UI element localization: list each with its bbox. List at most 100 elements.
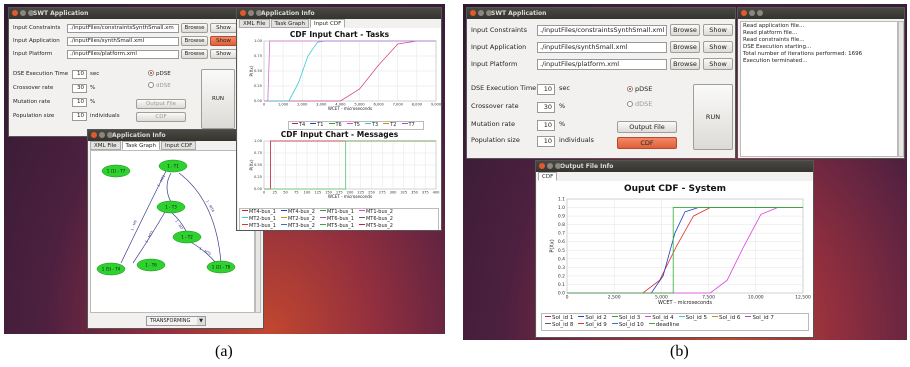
dse-time-input[interactable]: 10: [537, 84, 555, 95]
param-unit-population: individuals: [559, 136, 594, 144]
legend-label: MT6-bus_1: [326, 216, 354, 222]
mutation-input[interactable]: 10: [72, 98, 87, 107]
legend-item: Sol_id 2: [578, 315, 607, 322]
legend-label: Sol_id 2: [585, 315, 607, 321]
tab-input-cdf[interactable]: Input CDF: [161, 141, 197, 150]
maximize-icon[interactable]: [486, 10, 492, 16]
x-tick-label: 375: [422, 191, 429, 195]
log-scrollbar[interactable]: [898, 21, 904, 157]
param-unit-dse-time: sec: [559, 84, 570, 92]
maximize-icon[interactable]: [757, 10, 763, 16]
tab-xml-file[interactable]: XML File: [90, 141, 121, 150]
legend-item: deadline: [648, 322, 679, 329]
node-label: 1 - T2: [181, 235, 193, 240]
dse-time-input[interactable]: 10: [72, 70, 87, 79]
tab-cdf[interactable]: CDF: [538, 172, 558, 181]
legend-item: T7: [401, 122, 415, 129]
legend-item: Sol_id 3: [611, 315, 640, 322]
legend-swatch: [578, 323, 585, 324]
maximize-icon[interactable]: [107, 132, 113, 138]
maximize-icon[interactable]: [555, 163, 561, 169]
minimize-icon[interactable]: [248, 10, 254, 16]
x-tick-label: 400: [433, 191, 441, 195]
legend-swatch: [242, 210, 248, 211]
minimize-icon[interactable]: [478, 10, 484, 16]
x-tick-label: 6,000: [374, 103, 385, 107]
minimize-icon[interactable]: [749, 10, 755, 16]
output-file-button[interactable]: Output File: [617, 121, 677, 133]
browse-constraints-button[interactable]: Browse: [670, 24, 700, 36]
show-platform-button[interactable]: Show: [703, 58, 733, 70]
tab-task-graph[interactable]: Task Graph: [270, 19, 310, 28]
minimize-icon[interactable]: [547, 163, 553, 169]
constraints-input[interactable]: ./inputFiles/constraintsSynthSmall.xml: [537, 25, 667, 36]
show-application-button[interactable]: Show: [703, 41, 733, 53]
platform-input[interactable]: ./inputFiles/platform.xml: [67, 50, 179, 59]
crossover-input[interactable]: 30: [537, 102, 555, 113]
ddse-radio[interactable]: dDSE: [148, 82, 171, 90]
cdf-button[interactable]: CDF: [617, 137, 677, 149]
node-label: 1 - T6: [145, 263, 157, 268]
crossover-input[interactable]: 30: [72, 84, 87, 93]
log-line: Read constraints file...: [743, 37, 805, 43]
tab-task-graph[interactable]: Task Graph: [121, 141, 161, 150]
show-platform-button[interactable]: Show: [210, 49, 237, 59]
constraints-input[interactable]: ./inputFiles/constraintsSynthSmall.xm: [67, 24, 179, 33]
pdse-radio[interactable]: pDSE: [148, 70, 171, 78]
legend-label: Sol_id 7: [752, 315, 774, 321]
show-constraints-button[interactable]: Show: [703, 24, 733, 36]
show-application-button[interactable]: Show: [210, 36, 237, 46]
browse-platform-button[interactable]: Browse: [181, 49, 208, 59]
population-input[interactable]: 10: [72, 112, 87, 121]
x-tick-label: 0: [263, 103, 266, 107]
output-file-button[interactable]: Output File: [136, 99, 186, 109]
minimize-icon[interactable]: [20, 10, 26, 16]
minimize-icon[interactable]: [99, 132, 105, 138]
mutation-input[interactable]: 10: [537, 120, 555, 131]
close-icon[interactable]: [470, 10, 476, 16]
messages-chart: 0 25 50 75 100 125 150 175 200 225 250 275 300 325 350…: [249, 139, 441, 199]
cdf-button[interactable]: CDF: [136, 112, 186, 122]
log-area[interactable]: Read application file... Read platform fi…: [740, 21, 898, 157]
x-axis-label: WCET - microseconds: [328, 106, 372, 111]
browse-application-button[interactable]: Browse: [181, 36, 208, 46]
legend-item: T1: [310, 122, 324, 129]
legend-swatch: [545, 323, 551, 324]
legend-swatch: [383, 123, 390, 124]
run-button[interactable]: RUN: [693, 84, 733, 150]
layout-select[interactable]: TRANSFORMING ▼: [146, 316, 206, 326]
legend-item: T5: [346, 122, 360, 129]
pdse-radio[interactable]: pDSE: [627, 85, 652, 93]
close-icon[interactable]: [91, 132, 97, 138]
y-tick-label: 0.9: [558, 214, 565, 220]
run-button[interactable]: RUN: [201, 69, 235, 129]
application-input[interactable]: ./inputFiles/synthSmall.xml: [537, 42, 667, 53]
tab-xml-file[interactable]: XML File: [239, 19, 270, 28]
close-icon[interactable]: [12, 10, 18, 16]
close-icon[interactable]: [539, 163, 545, 169]
legend-label: MT4-bus_2: [287, 209, 315, 215]
maximize-icon[interactable]: [28, 10, 34, 16]
population-input[interactable]: 10: [537, 136, 555, 147]
close-icon[interactable]: [741, 10, 747, 16]
legend-item: T6: [328, 122, 342, 129]
window-title: Application Info: [112, 132, 166, 139]
maximize-icon[interactable]: [256, 10, 262, 16]
param-unit-mutation: %: [559, 120, 566, 128]
browse-application-button[interactable]: Browse: [670, 41, 700, 53]
ddse-radio[interactable]: dDSE: [627, 100, 652, 108]
swt-main-window: SWT Application Input Constraints ./inpu…: [8, 7, 239, 137]
platform-input[interactable]: ./inputFiles/platform.xml: [537, 59, 667, 70]
y-tick-label: 0.25: [254, 175, 262, 179]
tab-input-cdf[interactable]: Input CDF: [310, 19, 346, 28]
browse-constraints-button[interactable]: Browse: [181, 23, 208, 33]
log-line: Read platform file...: [743, 30, 798, 36]
log-line: Read application file...: [743, 23, 805, 29]
application-input[interactable]: ./inputFiles/synthSmall.xml: [67, 37, 179, 46]
close-icon[interactable]: [240, 10, 246, 16]
legend-item: Sol_id 1: [545, 315, 573, 322]
show-constraints-button[interactable]: Show: [210, 23, 237, 33]
browse-platform-button[interactable]: Browse: [670, 58, 700, 70]
legend-swatch: [648, 323, 655, 324]
legend-item: MT2-bus_2: [280, 216, 315, 223]
